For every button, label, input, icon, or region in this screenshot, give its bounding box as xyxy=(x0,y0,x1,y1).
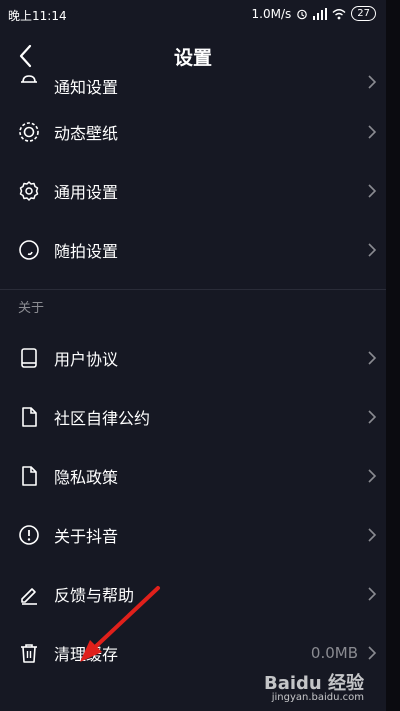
status-time: 晚上11:14 xyxy=(8,9,67,23)
status-bar: 晚上11:14 1.0M/s 27 xyxy=(0,0,386,28)
right-edge-bar xyxy=(386,0,400,711)
alarm-icon xyxy=(297,9,308,19)
chevron-right-icon xyxy=(368,124,377,139)
signal-icon xyxy=(313,7,328,20)
page-title: 设置 xyxy=(173,47,212,69)
chevron-right-icon xyxy=(368,645,377,660)
chevron-right-icon xyxy=(368,527,377,542)
chevron-right-icon xyxy=(368,75,377,89)
settings-item-user-agreement[interactable]: 用户协议 xyxy=(0,328,386,387)
settings-screen: 晚上11:14 1.0M/s 27 设置 通知设置 动态壁纸 通用设置 随拍设置… xyxy=(0,0,386,711)
watermark-logo: Baidu 经验 xyxy=(263,673,364,694)
chevron-right-icon xyxy=(368,468,377,483)
settings-item-label: 动态壁纸 xyxy=(54,123,119,143)
cache-size-value: 0.0MB xyxy=(310,643,358,662)
chevron-right-icon xyxy=(368,409,377,424)
settings-item-feedback-help[interactable]: 反馈与帮助 xyxy=(0,564,386,623)
settings-item-notifications[interactable]: 通知设置 xyxy=(0,70,386,102)
settings-item-label: 关于抖音 xyxy=(54,526,119,546)
chevron-right-icon xyxy=(368,242,377,257)
chevron-right-icon xyxy=(368,183,377,198)
settings-item-label: 通知设置 xyxy=(54,78,119,97)
settings-item-general[interactable]: 通用设置 xyxy=(0,161,386,220)
settings-item-label: 隐私政策 xyxy=(54,467,119,487)
trash-icon xyxy=(21,643,37,663)
battery-indicator: 27 xyxy=(351,6,376,21)
settings-item-label: 清理缓存 xyxy=(54,644,119,664)
baidu-jingyan-watermark: Baidu 经验 jingyan.baidu.com xyxy=(263,673,364,705)
edit-icon xyxy=(21,587,37,605)
network-speed: 1.0M/s xyxy=(251,6,292,21)
settings-item-quick-shot[interactable]: 随拍设置 xyxy=(0,220,386,279)
status-right: 1.0M/s 27 xyxy=(252,6,376,21)
gear-icon xyxy=(19,180,39,201)
settings-item-privacy-policy[interactable]: 隐私政策 xyxy=(0,446,386,505)
live-wallpaper-icon xyxy=(19,121,39,142)
settings-item-label: 通用设置 xyxy=(54,182,119,202)
bell-icon xyxy=(21,75,37,83)
watermark-url: jingyan.baidu.com xyxy=(271,692,364,703)
settings-list: 通知设置 动态壁纸 通用设置 随拍设置 关于 用户协议 社区自律公约 隐私政策 … xyxy=(0,75,386,682)
chevron-right-icon xyxy=(368,586,377,601)
document-icon xyxy=(22,406,37,427)
settings-item-label: 随拍设置 xyxy=(54,241,119,261)
settings-item-live-wallpaper[interactable]: 动态壁纸 xyxy=(0,102,386,161)
settings-item-community-convention[interactable]: 社区自律公约 xyxy=(0,387,386,446)
info-icon xyxy=(19,524,39,545)
book-icon xyxy=(21,347,37,368)
chevron-right-icon xyxy=(368,350,377,365)
settings-item-label: 社区自律公约 xyxy=(54,408,151,428)
settings-item-label: 反馈与帮助 xyxy=(54,585,135,605)
settings-item-label: 用户协议 xyxy=(54,349,119,369)
wifi-icon xyxy=(332,8,346,19)
document-icon xyxy=(22,465,37,486)
settings-item-about-douyin[interactable]: 关于抖音 xyxy=(0,505,386,564)
section-header-about: 关于 xyxy=(18,301,45,316)
circle-shot-icon xyxy=(19,239,39,260)
